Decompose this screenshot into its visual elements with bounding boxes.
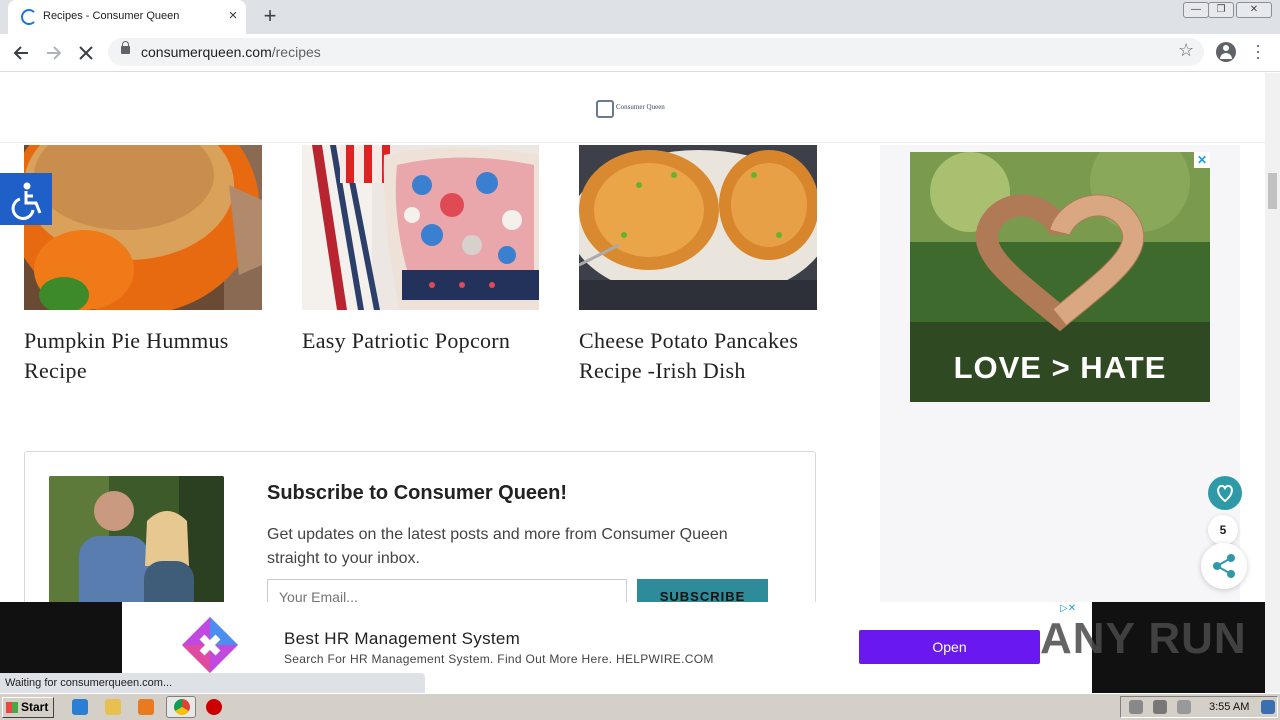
loading-spinner-icon [21,9,37,25]
address-bar[interactable]: consumerqueen.com/recipes ☆ [108,38,1204,66]
lock-icon[interactable] [121,41,130,54]
potato-pancakes-image [579,145,817,310]
tab-close-icon[interactable]: × [224,7,242,24]
explorer-folder-icon[interactable] [105,699,121,715]
anyrun-watermark: ANY RUN [1040,614,1247,663]
status-bar: Waiting for consumerqueen.com... [0,673,425,693]
ie-icon[interactable] [72,699,88,715]
back-arrow-icon [13,46,28,60]
sidebar-ad[interactable]: LOVE > HATE ✕ [910,152,1210,402]
profile-icon[interactable] [1216,42,1236,62]
browser-tab[interactable]: Recipes - Consumer Queen × [8,0,246,34]
recipe-title-link[interactable]: Cheese Potato Pancakes Recipe -Irish Dis… [579,326,829,386]
site-logo[interactable]: Consumer Queen [596,100,668,118]
system-tray: 3:55 AM [1120,696,1278,718]
menu-dots-icon[interactable]: · · · [1252,36,1264,66]
recipe-title-link[interactable]: Easy Patriotic Popcorn [302,326,552,356]
logo-text: Consumer Queen [616,103,665,111]
media-player-icon[interactable] [138,699,154,715]
web-page: Consumer Queen Pumpkin Pie Hummus Recipe… [0,73,1265,693]
helpwire-logo-icon [182,617,238,673]
banner-description: Search For HR Management System. Find Ou… [284,652,714,666]
new-tab-button[interactable]: + [258,3,282,29]
chrome-icon [174,699,190,715]
back-button[interactable] [8,40,34,66]
close-window-button[interactable]: ✕ [1236,2,1272,18]
forward-arrow-icon [47,46,62,60]
subscribe-description: Get updates on the latest posts and more… [267,526,728,567]
recipe-image-potato-pancakes[interactable] [579,145,817,310]
ad-slogan: LOVE > HATE [953,350,1167,385]
share-icon [1213,554,1235,578]
tab-strip: Recipes - Consumer Queen × + — ❐ ✕ [0,0,1280,34]
page-scrollbar[interactable] [1265,73,1280,693]
network-icon[interactable] [1153,700,1167,714]
site-header: Consumer Queen [0,73,1265,143]
url-host: consumerqueen.com [141,44,272,60]
forward-button[interactable] [41,40,67,66]
ad-close-icon[interactable]: ✕ [1194,152,1210,168]
bookmark-star-icon[interactable]: ☆ [1178,40,1194,61]
pumpkin-hummus-image [24,145,262,310]
show-desktop-icon[interactable] [1261,700,1275,714]
stop-button[interactable] [73,40,99,66]
stop-icon [79,46,93,60]
recipe-image-pumpkin[interactable] [24,145,262,310]
flag-icon[interactable] [1177,700,1191,714]
url-path: /recipes [271,44,321,60]
accessibility-button[interactable] [0,173,52,225]
tab-title: Recipes - Consumer Queen [43,10,180,22]
share-button[interactable] [1201,543,1247,589]
volume-icon[interactable] [1129,700,1143,714]
windows-taskbar: Start 3:55 AM [0,693,1280,720]
heart-icon [1217,484,1233,503]
recipe-image-popcorn[interactable] [302,145,539,310]
favorite-count: 5 [1208,515,1238,545]
recipe-title-link[interactable]: Pumpkin Pie Hummus Recipe [24,326,274,386]
chrome-taskbar-button[interactable] [166,696,196,718]
opera-icon[interactable] [206,699,222,715]
start-button[interactable]: Start [2,697,54,718]
favorite-button[interactable] [1208,476,1242,510]
patriotic-popcorn-image [302,145,539,310]
restore-button[interactable]: ❐ [1208,2,1234,18]
banner-title: Best HR Management System [284,629,521,648]
banner-open-button[interactable]: Open [859,630,1040,664]
browser-toolbar: consumerqueen.com/recipes ☆ · · · [0,34,1280,72]
scroll-thumb[interactable] [1268,173,1277,209]
url-text[interactable]: consumerqueen.com/recipes [141,44,321,60]
logo-mark-icon [596,100,614,118]
minimize-button[interactable]: — [1183,2,1209,18]
wheelchair-icon [11,182,42,220]
subscribe-title: Subscribe to Consumer Queen! [267,482,568,504]
clock: 3:55 AM [1209,701,1250,713]
